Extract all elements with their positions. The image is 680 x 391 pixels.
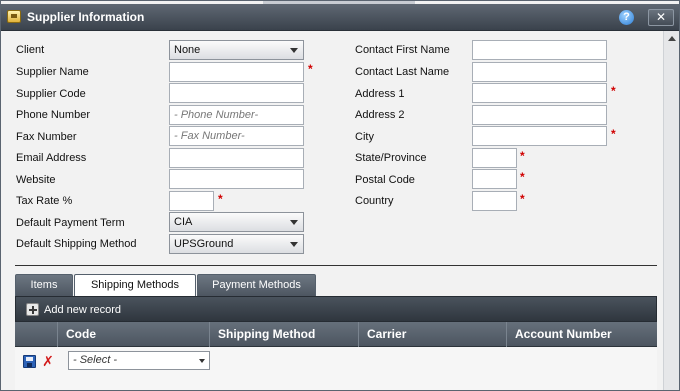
chevron-down-icon <box>290 242 298 247</box>
postal-code-label: Postal Code <box>355 174 415 186</box>
required-marker: * <box>611 127 616 141</box>
grid-toolbar: Add new record <box>15 296 657 322</box>
required-marker: * <box>308 62 313 76</box>
add-new-record-button[interactable]: Add new record <box>44 304 121 316</box>
save-icon[interactable] <box>23 355 36 368</box>
default-payment-term-select[interactable]: CIA <box>169 212 304 232</box>
tab-items[interactable]: Items <box>15 274 73 296</box>
fax-number-label: Fax Number <box>16 131 77 143</box>
window-title: Supplier Information <box>27 10 145 24</box>
default-shipping-method-value: UPSGround <box>174 238 234 250</box>
default-payment-term-value: CIA <box>174 216 193 228</box>
chevron-down-icon <box>199 359 205 363</box>
default-shipping-method-select[interactable]: UPSGround <box>169 234 304 254</box>
close-icon[interactable]: ✕ <box>648 9 674 26</box>
column-header-carrier[interactable]: Carrier <box>358 322 506 347</box>
required-marker: * <box>611 84 616 98</box>
required-marker: * <box>218 192 223 206</box>
contact-last-name-label: Contact Last Name <box>355 66 450 78</box>
supplier-code-label: Supplier Code <box>16 88 86 100</box>
default-payment-term-label: Default Payment Term <box>16 217 125 229</box>
tab-shipping-methods[interactable]: Shipping Methods <box>74 274 196 297</box>
supplier-information-dialog: Supplier Information ? ✕ Client None Sup… <box>0 0 680 391</box>
required-marker: * <box>520 149 525 163</box>
chevron-down-icon <box>290 220 298 225</box>
add-icon[interactable] <box>26 303 39 316</box>
default-shipping-method-label: Default Shipping Method <box>16 238 137 250</box>
scroll-up-arrow-icon[interactable] <box>666 33 678 45</box>
supplier-name-input[interactable] <box>169 62 304 82</box>
tax-rate-input[interactable] <box>169 191 214 211</box>
email-address-label: Email Address <box>16 152 87 164</box>
contact-last-name-input[interactable] <box>472 62 607 82</box>
address-1-input[interactable] <box>472 83 607 103</box>
supplier-window-icon <box>7 10 21 23</box>
grid-edit-row: ✗ - Select - <box>15 347 657 390</box>
country-label: Country <box>355 195 394 207</box>
supplier-name-label: Supplier Name <box>16 66 89 78</box>
phone-number-label: Phone Number <box>16 109 90 121</box>
help-icon[interactable]: ? <box>619 10 634 25</box>
titlebar: Supplier Information ? ✕ <box>1 4 679 31</box>
chevron-down-icon <box>290 48 298 53</box>
required-marker: * <box>520 192 525 206</box>
cancel-icon[interactable]: ✗ <box>41 354 55 368</box>
phone-number-input[interactable]: - Phone Number- <box>169 105 304 125</box>
state-province-label: State/Province <box>355 152 427 164</box>
city-label: City <box>355 131 374 143</box>
vertical-scrollbar[interactable] <box>663 31 679 390</box>
section-divider <box>15 265 657 266</box>
contact-first-name-input[interactable] <box>472 40 607 60</box>
code-select[interactable]: - Select - <box>68 351 210 370</box>
contact-first-name-label: Contact First Name <box>355 44 450 56</box>
address-2-input[interactable] <box>472 105 607 125</box>
grid-header: Code Shipping Method Carrier Account Num… <box>15 322 657 347</box>
fax-number-input[interactable]: - Fax Number- <box>169 126 304 146</box>
column-header-shipping-method[interactable]: Shipping Method <box>209 322 358 347</box>
address-2-label: Address 2 <box>355 109 405 121</box>
column-header-account-number[interactable]: Account Number <box>506 322 657 347</box>
city-input[interactable] <box>472 126 607 146</box>
email-address-input[interactable] <box>169 148 304 168</box>
code-select-value: - Select - <box>73 354 118 366</box>
country-input[interactable] <box>472 191 517 211</box>
tax-rate-label: Tax Rate % <box>16 195 73 207</box>
tab-payment-methods[interactable]: Payment Methods <box>197 274 316 296</box>
supplier-code-input[interactable] <box>169 83 304 103</box>
client-label: Client <box>16 44 45 56</box>
client-select[interactable]: None <box>169 40 304 60</box>
website-input[interactable] <box>169 169 304 189</box>
website-label: Website <box>16 174 56 186</box>
required-marker: * <box>520 170 525 184</box>
state-province-input[interactable] <box>472 148 517 168</box>
address-1-label: Address 1 <box>355 88 405 100</box>
postal-code-input[interactable] <box>472 169 517 189</box>
column-header-code[interactable]: Code <box>57 322 209 347</box>
client-select-value: None <box>174 44 201 56</box>
